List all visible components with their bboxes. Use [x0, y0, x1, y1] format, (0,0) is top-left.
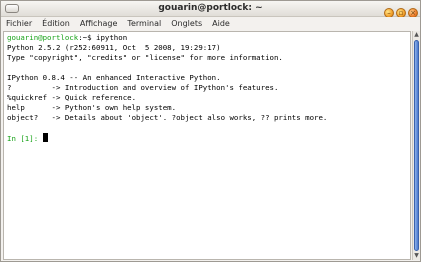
menu-onglets[interactable]: Onglets	[168, 17, 205, 30]
terminal-line: IPython 0.8.4 -- An enhanced Interactive…	[7, 73, 221, 82]
menu-affichage[interactable]: Affichage	[77, 17, 121, 30]
window-controls: – ▫ ×	[382, 3, 418, 18]
input-line[interactable]: In [1]:	[7, 133, 48, 143]
menu-edition[interactable]: Édition	[39, 17, 73, 30]
scroll-thumb[interactable]	[414, 40, 419, 251]
input-prompt: In [1]:	[7, 134, 43, 143]
title-bar[interactable]: gouarin@portlock: ~ – ▫ ×	[1, 1, 420, 18]
terminal-line: object? -> Details about 'object'. ?obje…	[7, 113, 328, 122]
terminal-line: help -> Python's own help system.	[7, 103, 177, 112]
terminal-line: Python 2.5.2 (r252:60911, Oct 5 2008, 19…	[7, 43, 221, 52]
vertical-scrollbar[interactable]: ▲ ▼	[412, 31, 420, 260]
prompt-user: gouarin@portlock	[7, 33, 79, 42]
terminal-output[interactable]: gouarin@portlock:~$ ipython Python 2.5.2…	[3, 31, 411, 260]
terminal-line: ? -> Introduction and overview of IPytho…	[7, 83, 279, 92]
terminal-window: gouarin@portlock: ~ – ▫ × Fichier Édition Af…	[0, 0, 421, 262]
scroll-down-icon[interactable]: ▼	[413, 252, 420, 260]
text-cursor	[42, 133, 48, 142]
menu-terminal[interactable]: Terminal	[124, 17, 164, 30]
command-line: gouarin@portlock:~$ ipython	[7, 33, 127, 43]
prompt-command: :~$ ipython	[78, 33, 128, 42]
terminal-line: Type "copyright", "credits" or "license"…	[7, 53, 283, 62]
terminal-line: %quickref -> Quick reference.	[7, 93, 137, 102]
menu-fichier[interactable]: Fichier	[3, 17, 35, 30]
scroll-up-icon[interactable]: ▲	[413, 31, 420, 39]
menu-aide[interactable]: Aide	[209, 17, 233, 30]
menu-bar: Fichier Édition Affichage Terminal Onglets Ai…	[1, 17, 420, 30]
window-title: gouarin@portlock: ~	[158, 3, 263, 13]
